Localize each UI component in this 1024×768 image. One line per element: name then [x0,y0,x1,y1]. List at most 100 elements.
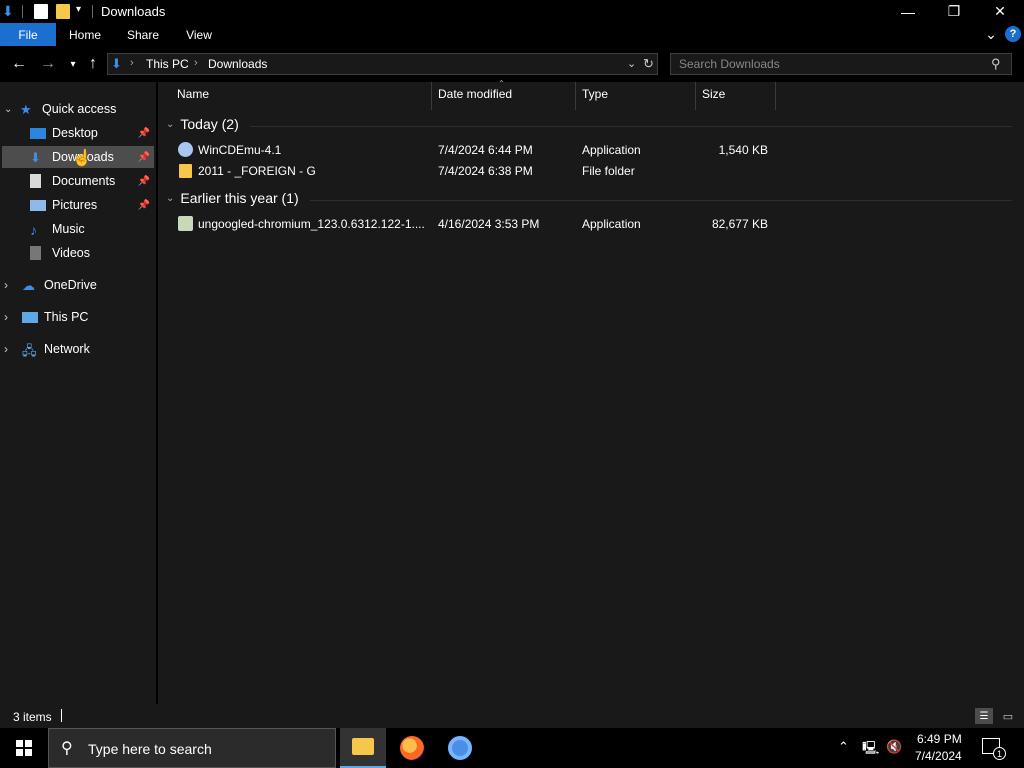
search-icon: ⚲ [61,740,73,757]
notification-count-badge: 1 [993,747,1006,760]
sidebar-item-label: Desktop [52,126,98,140]
file-explorer-taskbar-icon[interactable] [340,728,386,768]
properties-icon[interactable] [34,4,48,19]
quick-access[interactable]: ⌄ ★ Quick access [4,98,154,120]
column-header-date-modified[interactable]: Date modified [438,82,573,106]
file-date: 7/4/2024 6:38 PM [438,164,533,178]
sidebar-item-network[interactable]: › 🖧 Network [4,338,154,360]
sidebar-item-music[interactable]: ♪ Music [30,218,154,240]
pin-icon[interactable]: 📌 [138,200,150,211]
column-separator[interactable] [431,82,432,110]
tab-view[interactable]: View [176,23,222,46]
column-separator[interactable] [575,82,576,110]
computer-icon [22,311,38,323]
downloads-arrow-icon: ⬇ [111,56,122,71]
refresh-icon[interactable]: ↻ [643,56,654,72]
chevron-down-icon[interactable]: ⌄ [982,23,1000,46]
forward-button[interactable]: → [37,54,59,74]
chevron-down-icon[interactable]: ⌄ [166,119,174,130]
chevron-up-icon[interactable]: ⌃ [838,739,849,755]
navigation-pane: ⌄ ★ Quick access Desktop 📌 ⬇ Downloads 📌… [0,82,156,704]
details-view-icon[interactable]: ☰ [975,708,993,724]
breadcrumb-downloads[interactable]: Downloads [208,57,267,71]
group-divider [250,126,1012,127]
breadcrumb-this-pc[interactable]: This PC [146,57,189,71]
sidebar-item-this-pc[interactable]: › This PC [4,306,154,328]
sidebar-item-label: Documents [52,174,116,188]
maximize-button[interactable]: ❐ [931,0,977,23]
table-row[interactable]: ungoogled-chromium_123.0.6312.122-1.... … [158,214,1024,235]
address-dropdown-icon[interactable]: ⌄ [627,57,636,70]
document-icon [30,174,41,188]
tab-file[interactable]: File [0,23,56,46]
clock-time[interactable]: 6:49 PM [917,732,962,746]
search-box[interactable]: Search Downloads ⚲ [670,53,1012,75]
address-bar[interactable]: ⬇ › This PC › Downloads ⌄ ↻ [107,53,658,75]
cloud-icon: ☁ [22,278,35,293]
downloads-arrow-icon: ⬇ [30,150,41,165]
column-separator[interactable] [775,82,776,110]
file-name: ungoogled-chromium_123.0.6312.122-1.... [198,217,425,231]
pin-icon[interactable]: 📌 [138,152,150,163]
network-status-icon[interactable]: 🖳 [862,739,879,761]
group-label: Earlier this year (1) [180,190,299,206]
pictures-icon [30,199,46,211]
column-header-size[interactable]: Size [702,82,772,106]
up-button[interactable]: ↑ [82,54,104,74]
separator [22,5,23,18]
network-icon: 🖧 [22,343,37,358]
windows-start-icon[interactable] [16,740,32,756]
pin-icon[interactable]: 📌 [138,176,150,187]
chevron-right-icon[interactable]: › [130,57,134,69]
sidebar-item-label: Pictures [52,198,98,212]
chevron-down-icon[interactable]: ⌄ [4,104,20,115]
sidebar-item-onedrive[interactable]: › ☁ OneDrive [4,274,154,296]
chevron-right-icon[interactable]: › [194,57,198,69]
chromium-icon[interactable] [448,736,472,760]
pin-icon[interactable]: 📌 [138,128,150,139]
table-row[interactable]: WinCDEmu-4.1 7/4/2024 6:44 PM Applicatio… [158,140,1024,161]
back-button[interactable]: ← [8,54,30,74]
sidebar-item-pictures[interactable]: Pictures 📌 [30,194,154,216]
sidebar-item-videos[interactable]: Videos [30,242,154,264]
chevron-right-icon[interactable]: › [4,310,22,324]
file-date: 4/16/2024 3:53 PM [438,217,540,231]
installer-icon [178,216,193,231]
help-icon[interactable]: ? [1005,26,1021,42]
chevron-down-icon[interactable]: ⌄ [166,193,174,204]
search-icon: ⚲ [991,56,1001,71]
close-button[interactable]: ✕ [977,0,1023,23]
tab-share[interactable]: Share [120,23,166,46]
star-icon: ★ [20,102,32,117]
column-header-name[interactable]: Name [177,82,427,106]
item-count: 3 items [13,710,52,724]
column-separator[interactable] [695,82,696,110]
volume-muted-icon[interactable]: 🔇 [886,739,902,755]
sidebar-item-label: Network [44,342,90,356]
group-header-today[interactable]: ⌄ Today (2) [166,116,239,132]
sidebar-item-label: This PC [44,310,89,324]
sidebar-item-documents[interactable]: Documents 📌 [30,170,154,192]
status-bar: 3 items ☰ ▭ [0,704,1024,728]
desktop-icon [30,127,46,139]
chevron-right-icon[interactable]: › [4,342,22,356]
chevron-right-icon[interactable]: › [4,278,22,292]
customize-qat-icon[interactable]: ▾ [76,4,81,15]
group-header-earlier-this-year[interactable]: ⌄ Earlier this year (1) [166,190,299,206]
column-header-type[interactable]: Type [582,82,692,106]
taskbar-search-input[interactable]: Type here to search [88,741,212,757]
file-type: Application [582,217,641,231]
taskbar-search-box[interactable]: ⚲ Type here to search [48,728,336,768]
search-input[interactable]: Search Downloads [679,57,780,71]
new-folder-icon[interactable] [56,4,70,19]
tab-home[interactable]: Home [62,23,108,46]
clock-date[interactable]: 7/4/2024 [915,749,962,763]
separator [92,5,93,18]
recent-locations-icon[interactable]: ▾ [62,54,84,74]
minimize-button[interactable]: — [885,0,931,23]
firefox-icon[interactable] [400,736,424,760]
table-row[interactable]: 2011 - _FOREIGN - G 7/4/2024 6:38 PM Fil… [158,161,1024,182]
large-icons-view-icon[interactable]: ▭ [999,708,1017,724]
sidebar-item-desktop[interactable]: Desktop 📌 [30,122,154,144]
text-cursor [61,709,62,722]
